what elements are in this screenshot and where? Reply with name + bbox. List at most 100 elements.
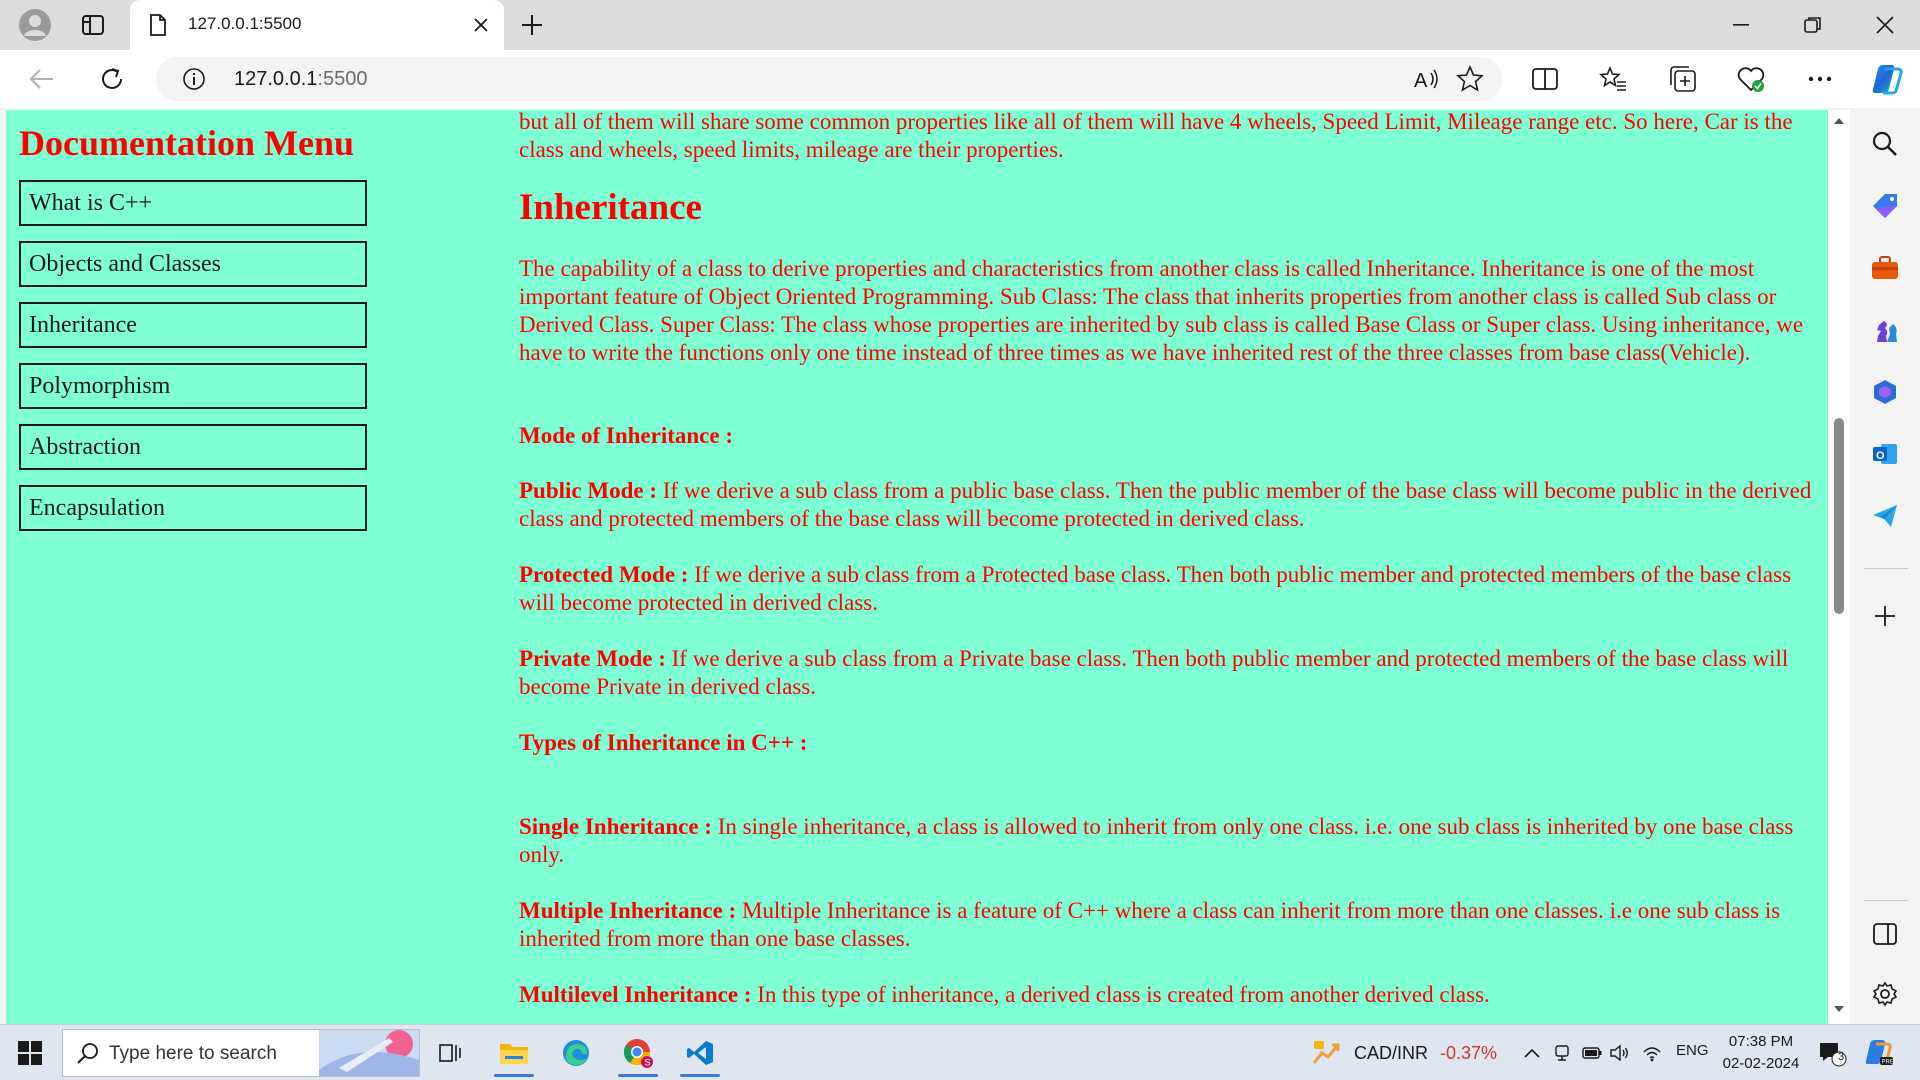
restore-icon[interactable] bbox=[1778, 0, 1848, 50]
page-scrollbar[interactable] bbox=[1828, 110, 1850, 1024]
search-highlight-art-icon bbox=[319, 1030, 419, 1076]
read-aloud-icon[interactable]: A bbox=[1412, 65, 1440, 93]
multiple-inheritance-label: Multiple Inheritance : bbox=[519, 898, 737, 923]
sidebar-separator bbox=[1864, 568, 1908, 569]
private-mode-paragraph: Private Mode : If we derive a sub class … bbox=[519, 645, 1824, 701]
menu-item-what-is-cpp[interactable]: What is C++ bbox=[19, 180, 367, 226]
copilot-icon[interactable] bbox=[1868, 60, 1906, 98]
currency-chart-icon bbox=[1312, 1041, 1340, 1064]
url-text: 127.0.0.1:5500 bbox=[234, 68, 367, 91]
clock-time: 07:38 PM bbox=[1728, 1033, 1794, 1050]
menu-item-inheritance[interactable]: Inheritance bbox=[19, 302, 367, 348]
notification-count: 3 bbox=[1837, 1051, 1845, 1063]
file-explorer-icon[interactable] bbox=[486, 1029, 542, 1077]
url-port: :5500 bbox=[317, 68, 368, 90]
protected-mode-label: Protected Mode : bbox=[519, 562, 689, 587]
close-tab-icon[interactable] bbox=[468, 12, 494, 38]
search-placeholder: Type here to search bbox=[109, 1043, 277, 1064]
multilevel-inheritance-text: In this type of inheritance, a derived c… bbox=[751, 982, 1490, 1007]
document-icon bbox=[148, 14, 168, 36]
browser-essentials-icon[interactable] bbox=[1734, 62, 1768, 96]
close-window-icon[interactable] bbox=[1850, 0, 1920, 50]
windows-start-icon[interactable] bbox=[14, 1037, 46, 1069]
tab-actions-icon[interactable] bbox=[76, 10, 110, 40]
profile-avatar-icon[interactable] bbox=[16, 6, 54, 44]
menu-item-polymorphism[interactable]: Polymorphism bbox=[19, 363, 367, 409]
tools-briefcase-icon[interactable] bbox=[1869, 252, 1901, 284]
info-icon[interactable] bbox=[182, 67, 206, 91]
active-tab[interactable]: 127.0.0.1:5500 bbox=[130, 0, 504, 50]
public-mode-label: Public Mode : bbox=[519, 478, 657, 503]
more-options-icon[interactable] bbox=[1803, 62, 1837, 96]
volume-icon[interactable] bbox=[1608, 1041, 1632, 1065]
task-view-icon[interactable] bbox=[422, 1029, 478, 1077]
svg-text:A: A bbox=[1414, 70, 1428, 92]
sidebar-separator bbox=[1864, 900, 1908, 901]
page-viewport: Documentation Menu What is C++ Objects a… bbox=[6, 110, 1828, 1024]
types-heading: Types of Inheritance in C++ : bbox=[519, 730, 808, 755]
hide-sidebar-icon[interactable] bbox=[1869, 918, 1901, 950]
games-chess-icon[interactable] bbox=[1869, 314, 1901, 346]
menu-item-objects-and-classes[interactable]: Objects and Classes bbox=[19, 241, 367, 287]
single-inheritance-label: Single Inheritance : bbox=[519, 814, 712, 839]
multiple-inheritance-paragraph: Multiple Inheritance : Multiple Inherita… bbox=[519, 897, 1824, 953]
notification-center-icon[interactable]: 3 bbox=[1816, 1039, 1848, 1067]
shopping-tag-icon[interactable] bbox=[1869, 190, 1901, 222]
outlook-icon[interactable]: O bbox=[1869, 438, 1901, 470]
currency-change: -0.37% bbox=[1440, 1042, 1498, 1063]
multilevel-inheritance-label: Multilevel Inheritance : bbox=[519, 982, 752, 1007]
mode-heading: Mode of Inheritance : bbox=[519, 423, 733, 448]
currency-widget[interactable]: CAD/INR -0.37% bbox=[1312, 1037, 1497, 1069]
microsoft-365-icon[interactable] bbox=[1869, 376, 1901, 408]
favorite-star-icon[interactable] bbox=[1456, 65, 1484, 93]
svg-text:S: S bbox=[645, 1058, 651, 1068]
intro-paragraph: but all of them will share some common p… bbox=[519, 110, 1793, 162]
battery-icon[interactable] bbox=[1580, 1041, 1604, 1065]
split-screen-icon[interactable] bbox=[1528, 62, 1562, 96]
sidebar-title: Documentation Menu bbox=[19, 123, 354, 163]
scroll-up-arrow-icon[interactable] bbox=[1832, 114, 1846, 128]
edge-browser-icon[interactable] bbox=[548, 1029, 604, 1077]
single-inheritance-paragraph: Single Inheritance : In single inheritan… bbox=[519, 813, 1824, 869]
copilot-preview-icon[interactable]: PRE bbox=[1862, 1037, 1896, 1069]
new-tab-icon[interactable] bbox=[514, 8, 550, 42]
sidebar-search-icon[interactable] bbox=[1869, 128, 1901, 160]
chrome-browser-icon[interactable]: S bbox=[610, 1029, 666, 1077]
multilevel-inheritance-paragraph: Multilevel Inheritance : In this type of… bbox=[519, 981, 1824, 1009]
taskbar-search-box[interactable]: Type here to search bbox=[62, 1029, 420, 1077]
vscode-icon[interactable] bbox=[672, 1029, 728, 1077]
edge-sidebar: O bbox=[1850, 110, 1920, 1024]
currency-symbol: CAD/INR bbox=[1354, 1042, 1429, 1063]
favorites-icon[interactable] bbox=[1596, 62, 1630, 96]
back-icon[interactable] bbox=[22, 60, 62, 98]
send-telegram-icon[interactable] bbox=[1869, 500, 1901, 532]
scrollbar-thumb[interactable] bbox=[1834, 418, 1844, 614]
protected-mode-text: If we derive a sub class from a Protecte… bbox=[519, 562, 1792, 615]
browser-title-bar: 127.0.0.1:5500 bbox=[0, 0, 1920, 50]
clock-date: 02-02-2024 bbox=[1722, 1055, 1800, 1072]
address-bar[interactable]: 127.0.0.1:5500 A bbox=[156, 57, 1502, 101]
wifi-icon[interactable] bbox=[1640, 1041, 1664, 1065]
collections-icon[interactable] bbox=[1666, 62, 1700, 96]
private-mode-label: Private Mode : bbox=[519, 646, 666, 671]
minimize-icon[interactable] bbox=[1706, 0, 1776, 50]
system-clock[interactable]: 07:38 PM 02-02-2024 bbox=[1716, 1031, 1806, 1075]
sidebar-settings-gear-icon[interactable] bbox=[1869, 978, 1901, 1010]
reload-icon[interactable] bbox=[92, 60, 132, 98]
meet-now-icon[interactable] bbox=[1550, 1041, 1574, 1065]
private-mode-text: If we derive a sub class from a Private … bbox=[519, 646, 1789, 699]
inheritance-definition: The capability of a class to derive prop… bbox=[519, 256, 1804, 365]
menu-item-abstraction[interactable]: Abstraction bbox=[19, 424, 367, 470]
show-hidden-icons-chevron-up-icon[interactable] bbox=[1520, 1041, 1544, 1065]
url-host: 127.0.0.1 bbox=[234, 68, 318, 90]
menu-item-encapsulation[interactable]: Encapsulation bbox=[19, 485, 367, 531]
language-indicator[interactable]: ENG bbox=[1676, 1042, 1709, 1059]
scroll-down-arrow-icon[interactable] bbox=[1832, 1002, 1846, 1016]
protected-mode-paragraph: Protected Mode : If we derive a sub clas… bbox=[519, 561, 1824, 617]
svg-text:PRE: PRE bbox=[1882, 1060, 1894, 1066]
public-mode-text: If we derive a sub class from a public b… bbox=[519, 478, 1812, 531]
add-sidebar-app-icon[interactable] bbox=[1869, 600, 1901, 632]
tab-title: 127.0.0.1:5500 bbox=[188, 14, 302, 33]
svg-text:O: O bbox=[1876, 450, 1885, 462]
browser-toolbar: 127.0.0.1:5500 A bbox=[0, 50, 1920, 108]
